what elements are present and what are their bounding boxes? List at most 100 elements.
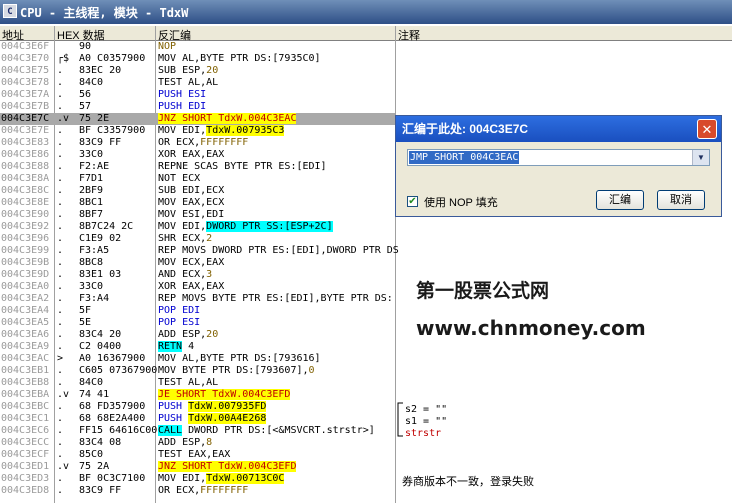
watermark-title: 第一股票公式网 [416, 280, 550, 302]
row-disasm: MOV EDI,TdxW.007935C3 [158, 125, 285, 137]
disasm-token: MOV EAX,ECX [158, 197, 225, 208]
disasm-token: PUSH EDI [158, 101, 207, 112]
disasm-row[interactable]: 004C3EBA .v 74 41 JE SHORT TdxW.004C3EFD [0, 389, 395, 401]
disasm-token: RETN [158, 341, 183, 352]
row-marker: . [57, 329, 64, 340]
row-disasm: RETN 4 [158, 341, 194, 353]
disasm-row[interactable]: 004C3EA0. 33C0 XOR EAX,EAX [0, 281, 395, 293]
row-marker: . [57, 161, 64, 172]
chevron-down-icon[interactable]: ▼ [692, 150, 709, 165]
row-hex: 83EC 20 [79, 65, 122, 76]
assemble-combo[interactable]: JMP SHORT 004C3EAC ▼ [407, 149, 710, 166]
row-disasm: SHR ECX,2 [158, 233, 212, 245]
disassembly-pane[interactable]: 004C3E6F 90 NOP 004C3E70 ┌$ A0 C0357900 MOV AL… [0, 41, 732, 503]
disasm-token: FFFFFFFF [200, 137, 249, 148]
row-address: 004C3E8A [1, 173, 50, 184]
disasm-row[interactable]: 004C3E88. F2:AE REPNE SCAS BYTE PTR ES:[ED… [0, 161, 395, 173]
disasm-token: SHR ECX, [158, 233, 207, 244]
disasm-token: TEST AL,AL [158, 77, 219, 88]
row-address: 004C3ECC [1, 437, 50, 448]
row-marker: .v [57, 389, 70, 400]
disasm-row[interactable]: 004C3E83. 83C9 FF OR ECX,FFFFFFFF [0, 137, 395, 149]
row-disasm: MOV AL,BYTE PTR DS:[7935C0] [158, 53, 321, 65]
disasm-row[interactable]: 004C3E7C .v 75 2E JNZ SHORT TdxW.004C3EAC [0, 113, 395, 125]
row-disasm: POP ESI [158, 317, 200, 329]
row-disasm: POP EDI [158, 305, 200, 317]
disasm-token: NOT ECX [158, 173, 201, 184]
disasm-row[interactable]: 004C3E8E. 8BC1 MOV EAX,ECX [0, 197, 395, 209]
disasm-row[interactable]: 004C3EA9. C2 0400 RETN 4 [0, 341, 395, 353]
close-icon[interactable]: ✕ [697, 119, 717, 139]
disasm-row[interactable]: 004C3EA2. F3:A4 REP MOVS BYTE PTR ES:[EDI]… [0, 293, 395, 305]
disasm-row[interactable]: 004C3E70 ┌$ A0 C0357900 MOV AL,BYTE PTR DS:… [0, 53, 395, 65]
row-hex: BF C3357900 [79, 125, 146, 136]
disasm-token: MOV EDI, [158, 221, 207, 232]
disasm-row[interactable]: 004C3ECC. 83C4 08 ADD ESP,8 [0, 437, 395, 449]
disasm-row[interactable]: 004C3E7B. 57 PUSH EDI [0, 101, 395, 113]
row-address: 004C3E6F [1, 41, 50, 52]
disasm-row[interactable]: 004C3E7E. BF C3357900 MOV EDI,TdxW.007935C… [0, 125, 395, 137]
disasm-row[interactable]: 004C3E9B. 8BC8 MOV ECX,EAX [0, 257, 395, 269]
disasm-token: 3 [206, 269, 213, 280]
row-address: 004C3E92 [1, 221, 50, 232]
disasm-token: POP ESI [158, 317, 201, 328]
cancel-button[interactable]: 取消 [657, 190, 705, 210]
disasm-row[interactable]: 004C3EA6. 83C4 20 ADD ESP,20 [0, 329, 395, 341]
row-address: 004C3E75 [1, 65, 50, 76]
row-disasm: MOV AL,BYTE PTR DS:[793616] [158, 353, 321, 365]
row-address: 004C3E83 [1, 137, 50, 148]
row-disasm: TEST AL,AL [158, 77, 218, 89]
disasm-token: 8 [206, 437, 213, 448]
disasm-row[interactable]: 004C3E7A. 56 PUSH ESI [0, 89, 395, 101]
disasm-token: CALL [158, 425, 183, 436]
disasm-row[interactable]: 004C3ED1 .v 75 2A JNZ SHORT TdxW.004C3EFD [0, 461, 395, 473]
disasm-row[interactable]: 004C3E78. 84C0 TEST AL,AL [0, 77, 395, 89]
disasm-row[interactable]: 004C3EB1. C605 07367900 MOV BYTE PTR DS:[7… [0, 365, 395, 377]
row-address: 004C3ED3 [1, 473, 50, 484]
row-address: 004C3ED8 [1, 485, 50, 496]
row-address: 004C3E7A [1, 89, 50, 100]
disasm-token: MOV AL,BYTE PTR DS:[7935C0] [158, 53, 321, 64]
row-address: 004C3E8E [1, 197, 50, 208]
disasm-row[interactable]: 004C3E6F 90 NOP [0, 41, 395, 53]
disasm-row[interactable]: 004C3EA4. 5F POP EDI [0, 305, 395, 317]
disasm-row[interactable]: 004C3E99. F3:A5 REP MOVS DWORD PTR ES:[EDI… [0, 245, 399, 257]
disasm-row[interactable]: 004C3E8C. 2BF9 SUB EDI,ECX [0, 185, 395, 197]
assemble-button[interactable]: 汇编 [596, 190, 644, 210]
disasm-row[interactable]: 004C3EBC. 68 FD357900 PUSH TdxW.007935FD [0, 401, 395, 413]
disasm-token: PUSH [158, 401, 189, 412]
disasm-row[interactable]: 004C3E9D. 83E1 03 AND ECX,3 [0, 269, 395, 281]
disasm-row[interactable]: 004C3E90. 8BF7 MOV ESI,EDI [0, 209, 395, 221]
disasm-row[interactable]: 004C3EC6. FF15 64616C00 CALL DWORD PTR DS:… [0, 425, 395, 437]
row-marker: . [57, 245, 64, 256]
row-disasm: MOV EAX,ECX [158, 197, 224, 209]
disasm-token: REP MOVS DWORD PTR ES:[EDI],DWORD PTR DS [158, 245, 399, 256]
disasm-row[interactable]: 004C3EC1. 68 68E2A400 PUSH TdxW.00A4E268 [0, 413, 395, 425]
row-marker: . [57, 437, 64, 448]
disasm-row[interactable]: 004C3E75. 83EC 20 SUB ESP,20 [0, 65, 395, 77]
disasm-row[interactable]: 004C3EAC > A0 16367900 MOV AL,BYTE PTR DS:[… [0, 353, 395, 365]
disasm-row[interactable]: 004C3EB8. 84C0 TEST AL,AL [0, 377, 395, 389]
disasm-token: TEST EAX,EAX [158, 449, 231, 460]
disasm-row[interactable]: 004C3E96. C1E9 02 SHR ECX,2 [0, 233, 395, 245]
disasm-row[interactable]: 004C3E86. 33C0 XOR EAX,EAX [0, 149, 395, 161]
row-hex: 84C0 [79, 77, 104, 88]
row-hex: 8BC1 [79, 197, 104, 208]
row-address: 004C3EAC [1, 353, 50, 364]
disasm-token: TEST AL,AL [158, 377, 219, 388]
assemble-input[interactable]: JMP SHORT 004C3EAC [409, 151, 520, 164]
disasm-row[interactable]: 004C3E8A. F7D1 NOT ECX [0, 173, 395, 185]
row-hex: 8BC8 [79, 257, 104, 268]
disasm-row[interactable]: 004C3E92. 8B7C24 2C MOV EDI,DWORD PTR SS:[… [0, 221, 395, 233]
row-marker: . [57, 89, 64, 100]
disasm-row[interactable]: 004C3ED3. BF 0C3C7100 MOV EDI,TdxW.00713C0… [0, 473, 395, 485]
row-marker: . [57, 293, 64, 304]
comment-s1: s1 = "" [405, 416, 448, 427]
app-icon[interactable]: C [3, 4, 17, 18]
nop-fill-checkbox[interactable]: ✔ [407, 196, 418, 207]
disasm-row[interactable]: 004C3ECF. 85C0 TEST EAX,EAX [0, 449, 395, 461]
row-disasm: OR ECX,FFFFFFFF [158, 137, 248, 149]
row-hex: 83C9 FF [79, 485, 122, 496]
disasm-row[interactable]: 004C3EA5. 5E POP ESI [0, 317, 395, 329]
disasm-row[interactable]: 004C3ED8. 83C9 FF OR ECX,FFFFFFFF [0, 485, 395, 497]
